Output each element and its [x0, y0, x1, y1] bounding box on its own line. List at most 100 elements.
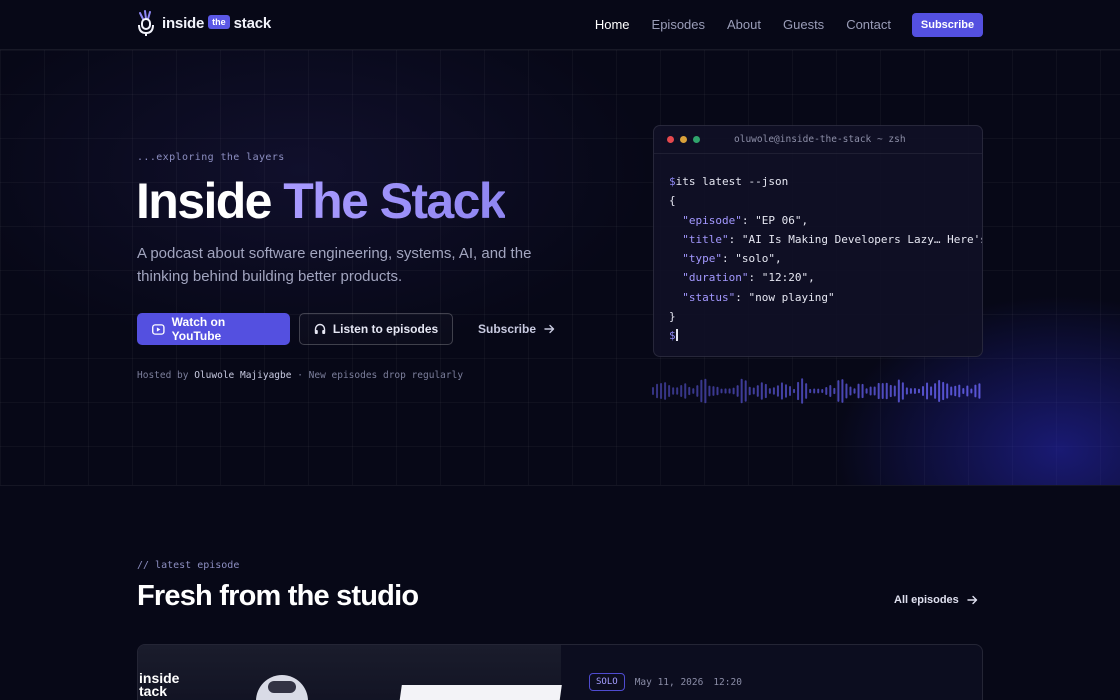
- nav-guests[interactable]: Guests: [783, 17, 824, 32]
- watch-on-youtube-label: Watch on YouTube: [171, 315, 226, 343]
- terminal-window: oluwole@inside-the-stack ~ zsh $its late…: [653, 125, 983, 357]
- waveform-bar: [946, 383, 949, 399]
- waveform-bar: [764, 383, 767, 399]
- waveform-bar: [752, 387, 755, 395]
- arrow-right-icon: [544, 324, 555, 334]
- hero-subscribe-label: Subscribe: [478, 322, 537, 336]
- json-key-episode: "episode": [682, 213, 742, 227]
- hero-description: A podcast about software engineering, sy…: [137, 245, 532, 285]
- json-value-episode: "EP 06",: [755, 213, 809, 227]
- nav-about[interactable]: About: [727, 17, 761, 32]
- microphone-logo-icon: [138, 10, 154, 36]
- hero-cta-row: Watch on YouTube Listen to episodes Subs…: [137, 313, 555, 345]
- waveform-bar: [772, 387, 775, 395]
- latest-episode-card[interactable]: inside tack SOLO May 11, 2026 12:20: [137, 644, 983, 700]
- episode-date: May 11, 2026: [634, 676, 704, 688]
- waveform-bar: [978, 383, 981, 399]
- waveform-bar: [776, 385, 779, 397]
- waveform-bar: [825, 387, 828, 395]
- waveform-bar: [837, 380, 840, 402]
- waveform-bar: [805, 383, 808, 399]
- waveform-bar: [958, 384, 961, 398]
- waveform-bar: [881, 382, 884, 400]
- waveform-bar: [926, 382, 929, 400]
- waveform-bar: [720, 388, 723, 394]
- waveform-bar: [817, 388, 820, 394]
- episode-duration: 12:20: [713, 676, 742, 688]
- nav-contact[interactable]: Contact: [846, 17, 891, 32]
- waveform-bar: [732, 387, 735, 395]
- brand-word-inside: inside: [162, 14, 205, 32]
- terminal-titlebar: oluwole@inside-the-stack ~ zsh: [654, 126, 982, 154]
- waveform-bar: [885, 382, 888, 400]
- arrow-right-icon: [967, 595, 977, 605]
- terminal-output: $its latest --json { "episode": "EP 06",…: [654, 154, 982, 346]
- waveform-bar: [740, 378, 743, 404]
- waveform-bar: [760, 382, 763, 400]
- waveform-bar: [833, 387, 836, 395]
- json-value-status: "now playing": [748, 290, 835, 304]
- listen-to-episodes-button[interactable]: Listen to episodes: [299, 313, 453, 345]
- episode-thumbnail[interactable]: inside tack: [138, 645, 562, 700]
- nav-episodes[interactable]: Episodes: [652, 17, 705, 32]
- waveform-bar: [942, 381, 945, 401]
- waveform-bar: [893, 385, 896, 397]
- waveform-bar: [724, 388, 727, 394]
- maximize-dot: [693, 136, 700, 143]
- waveform-bar: [922, 386, 925, 396]
- json-open-brace: {: [669, 194, 676, 208]
- waveform-bar: [700, 379, 703, 403]
- hero-title: Inside The Stack: [136, 172, 507, 230]
- json-key-title: "title": [682, 232, 729, 246]
- waveform-bar: [676, 387, 679, 395]
- watch-on-youtube-button[interactable]: Watch on YouTube: [137, 313, 290, 345]
- waveform-bar: [736, 385, 739, 397]
- headphones-icon: [314, 323, 326, 334]
- waveform-bar: [809, 388, 812, 394]
- waveform-bar: [744, 380, 747, 402]
- waveform-bar: [656, 383, 659, 399]
- latest-title: Fresh from the studio: [137, 580, 419, 612]
- all-episodes-label: All episodes: [894, 594, 959, 606]
- waveform-bar: [865, 388, 868, 394]
- waveform-bar: [789, 386, 792, 396]
- waveform-bar: [897, 379, 900, 403]
- waveform-bar: [797, 381, 800, 401]
- terminal-prompt-2: $: [669, 329, 676, 343]
- json-value-title: "AI Is Making Developers Lazy… Here's: [741, 232, 983, 246]
- thumbnail-cap-logo: [268, 681, 296, 693]
- waveform-bar: [962, 388, 965, 394]
- waveform-bar: [756, 385, 759, 397]
- thumbnail-brand-text: inside tack: [139, 671, 179, 698]
- hero-title-accent: The Stack: [283, 173, 506, 229]
- json-value-duration: "12:20",: [761, 271, 815, 285]
- waveform-bar: [849, 386, 852, 396]
- hero-subscribe-link[interactable]: Subscribe: [478, 322, 555, 336]
- all-episodes-link[interactable]: All episodes: [894, 594, 978, 606]
- brand-logo[interactable]: inside the stack: [136, 9, 271, 37]
- waveform-bar: [938, 380, 941, 402]
- waveform-bar: [793, 388, 796, 394]
- waveform-bar: [853, 388, 856, 394]
- latest-eyebrow: // latest episode: [137, 560, 240, 571]
- waveform-bar: [829, 385, 832, 397]
- waveform-bar: [692, 388, 695, 394]
- brand-word-the: the: [208, 15, 230, 29]
- host-name: Oluwole Majiyagbe: [194, 370, 292, 381]
- waveform-bar: [970, 388, 973, 394]
- waveform-bar: [821, 388, 824, 394]
- waveform-bar: [784, 384, 787, 398]
- waveform-bar: [716, 386, 719, 396]
- waveform-bar: [934, 383, 937, 399]
- nav-home[interactable]: Home: [595, 17, 630, 32]
- waveform-bar: [704, 378, 707, 404]
- hosted-prefix: Hosted by: [137, 370, 189, 381]
- waveform-bar: [930, 386, 933, 396]
- header-subscribe-button[interactable]: Subscribe: [912, 13, 983, 37]
- episode-meta: SOLO May 11, 2026 12:20: [589, 673, 742, 691]
- waveform-bar: [708, 385, 711, 397]
- hosted-suffix: · New episodes drop regularly: [297, 370, 464, 381]
- terminal-cursor: [675, 329, 678, 342]
- minimize-dot: [680, 136, 687, 143]
- waveform-bar: [664, 382, 667, 400]
